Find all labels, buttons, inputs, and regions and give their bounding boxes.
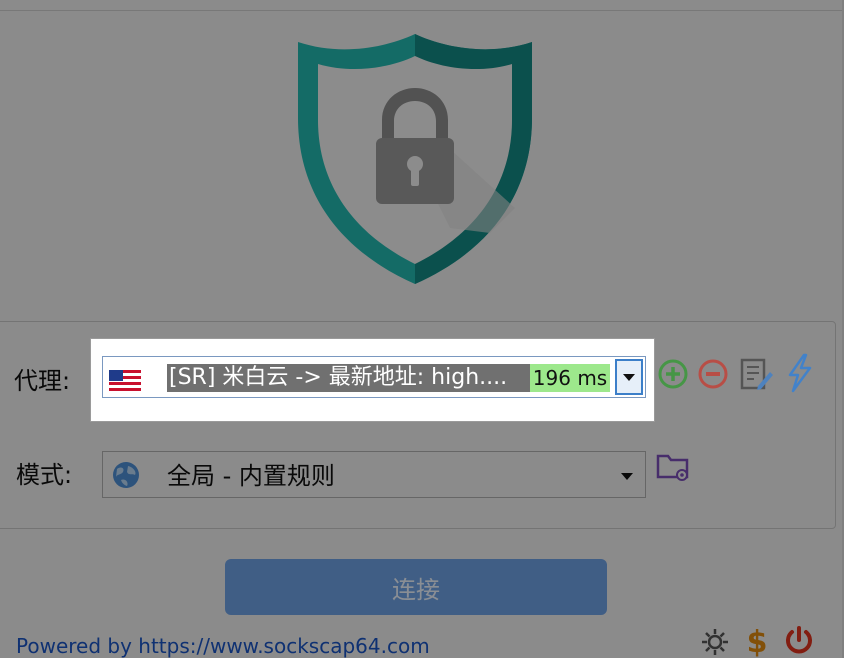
proxy-dropdown-button[interactable] (615, 359, 643, 395)
mode-selected-text: 全局 - 内置规则 (167, 462, 335, 490)
connect-button[interactable]: 连接 (225, 559, 607, 615)
add-icon[interactable] (657, 358, 689, 390)
dollar-icon[interactable]: $ (741, 624, 773, 658)
folder-settings-icon[interactable] (655, 451, 691, 483)
globe-icon (113, 462, 139, 488)
remove-icon[interactable] (697, 358, 729, 390)
lightning-icon[interactable] (784, 353, 814, 393)
latency-badge: 196 ms (530, 364, 610, 392)
powered-by-link[interactable]: Powered by https://www.sockscap64.com (16, 634, 430, 658)
shield-lock-icon (298, 34, 532, 284)
edit-icon[interactable] (738, 356, 774, 392)
mode-label: 模式: (16, 461, 73, 489)
power-icon[interactable] (782, 624, 816, 658)
proxy-label: 代理: (14, 367, 71, 395)
us-flag-icon (109, 370, 141, 392)
chevron-down-icon (623, 373, 635, 381)
proxy-selected-text: [SR] 米白云 -> 最新地址: high.... (167, 364, 531, 392)
gear-icon[interactable] (699, 626, 731, 658)
mode-select[interactable]: 全局 - 内置规则 (102, 451, 646, 498)
title-bar (0, 0, 844, 11)
chevron-down-icon[interactable] (621, 473, 633, 480)
app-window: 代理: 模式: 全局 - 内置规则 连接 Powered by https://… (0, 0, 844, 658)
proxy-select[interactable]: [SR] 米白云 -> 最新地址: high.... 196 ms (102, 356, 646, 398)
svg-text:$: $ (747, 625, 768, 658)
